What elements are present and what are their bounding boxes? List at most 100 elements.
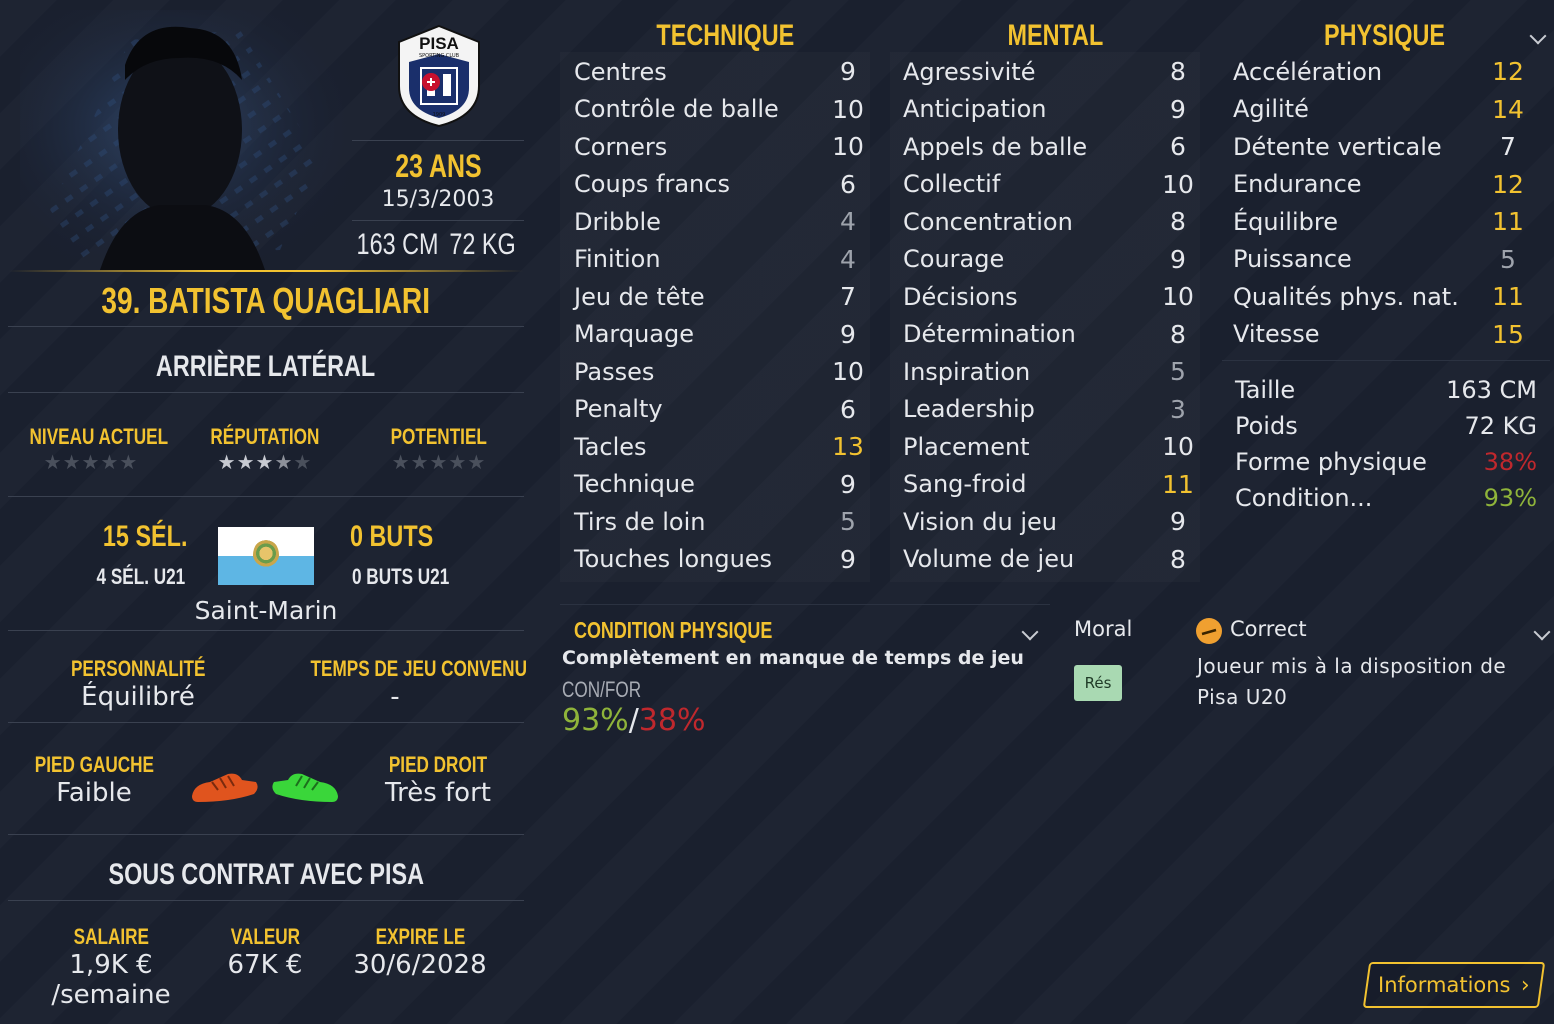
attribute-row[interactable]: Dribble 4 xyxy=(574,203,870,241)
condition-chevron-down-icon[interactable] xyxy=(1021,623,1039,641)
attribute-row[interactable]: Jeu de tête 7 xyxy=(574,278,870,316)
attribute-row[interactable]: Contrôle de balle 10 xyxy=(574,91,870,129)
goals-wrap: 0 BUTS xyxy=(350,520,510,554)
attribute-value: 9 xyxy=(840,469,856,499)
attribute-row[interactable]: Agilité 14 xyxy=(1233,91,1530,129)
attribute-row[interactable]: Tacles 13 xyxy=(574,428,870,466)
attribute-value: 9 xyxy=(840,544,856,574)
contract-title-wrap: SOUS CONTRAT AVEC PISA xyxy=(8,858,524,892)
reputation-stars: ★★★★★ xyxy=(184,450,346,474)
attribute-row[interactable]: Volume de jeu 8 xyxy=(903,541,1200,579)
attribute-name: Anticipation xyxy=(903,95,1047,124)
attribute-row[interactable]: Corners 10 xyxy=(574,128,870,166)
attribute-row[interactable]: Vision du jeu 9 xyxy=(903,503,1200,541)
star-icon: ★ xyxy=(274,450,294,474)
attribute-row[interactable]: Placement 10 xyxy=(903,428,1200,466)
fitness-value: 38% xyxy=(638,703,706,738)
morale-state: Correct xyxy=(1230,617,1307,641)
attribute-row[interactable]: Sang-froid 11 xyxy=(903,466,1200,504)
contract-expiry-label: EXPIRE LE xyxy=(375,924,465,949)
potential-ability-stars: ★★★★★ xyxy=(358,450,520,474)
attribute-row[interactable]: Détente verticale 7 xyxy=(1233,128,1530,166)
attribute-value: 10 xyxy=(832,94,864,124)
international-caps-u21: 4 SÉL. U21 xyxy=(96,564,186,589)
attribute-value: 11 xyxy=(1492,282,1524,312)
attribute-name: Collectif xyxy=(903,170,1001,199)
attribute-row[interactable]: Courage 9 xyxy=(903,241,1200,279)
attribute-row[interactable]: Passes 10 xyxy=(574,353,870,391)
reserve-badge[interactable]: Rés xyxy=(1074,665,1122,701)
attribute-name: Marquage xyxy=(574,320,695,349)
attribute-value: 9 xyxy=(840,57,856,87)
attribute-name: Vitesse xyxy=(1233,320,1320,349)
technique-header: TECHNIQUE xyxy=(560,18,890,53)
attribute-row[interactable]: Anticipation 9 xyxy=(903,91,1200,129)
club-badge-name: PISA xyxy=(419,34,459,53)
attribute-row[interactable]: Endurance 12 xyxy=(1233,166,1530,204)
mental-header: MENTAL xyxy=(890,18,1220,53)
attribute-row[interactable]: Centres 9 xyxy=(574,53,870,91)
morale-face-icon xyxy=(1196,618,1222,644)
attribute-value: 9 xyxy=(1170,507,1186,537)
physical-summary-label: Taille xyxy=(1235,376,1296,404)
attribute-row[interactable]: Tirs de loin 5 xyxy=(574,503,870,541)
potential-ability-label: POTENTIEL xyxy=(390,424,488,449)
attribute-row[interactable]: Accélération 12 xyxy=(1233,53,1530,91)
star-icon: ★ xyxy=(62,450,82,474)
nation-name[interactable]: Saint-Marin xyxy=(166,596,366,625)
attribute-value: 4 xyxy=(840,207,856,237)
star-icon: ★ xyxy=(217,450,237,474)
divider xyxy=(8,326,524,327)
nation-flag[interactable] xyxy=(218,527,314,585)
reputation: RÉPUTATION ★★★★★ xyxy=(184,424,346,474)
player-height: 163 CM xyxy=(356,228,439,261)
player-weight: 72 KG xyxy=(449,228,516,261)
goals-u21-wrap: 0 BUTS U21 xyxy=(352,564,512,590)
international-caps: 15 SÉL. xyxy=(102,520,188,553)
market-value-value: 67K € xyxy=(227,950,303,980)
market-value-label: VALEUR xyxy=(230,924,300,949)
physical-summary-label: Poids xyxy=(1235,412,1298,440)
physical-summary-label: Forme physique xyxy=(1235,448,1427,476)
informations-button[interactable]: Informations › xyxy=(1362,962,1546,1008)
club-badge[interactable]: PISA SPORTING CLUB 1909 xyxy=(397,24,481,128)
attribute-name: Technique xyxy=(574,470,695,499)
attribute-row[interactable]: Qualités phys. nat. 11 xyxy=(1233,278,1530,316)
attribute-row[interactable]: Appels de balle 6 xyxy=(903,128,1200,166)
attribute-row[interactable]: Penalty 6 xyxy=(574,391,870,429)
contract-title[interactable]: SOUS CONTRAT AVEC PISA xyxy=(108,858,423,892)
physical-summary-value: 38% xyxy=(1483,448,1537,476)
attribute-row[interactable]: Marquage 9 xyxy=(574,316,870,354)
star-icon: ★ xyxy=(391,450,411,474)
left-foot-value: Faible xyxy=(56,778,132,808)
divider xyxy=(8,900,524,901)
attribute-row[interactable]: Inspiration 5 xyxy=(903,353,1200,391)
star-icon: ★ xyxy=(236,450,256,474)
attribute-row[interactable]: Agressivité 8 xyxy=(903,53,1200,91)
attribute-row[interactable]: Technique 9 xyxy=(574,466,870,504)
attribute-name: Agressivité xyxy=(903,57,1036,86)
attribute-row[interactable]: Touches longues 9 xyxy=(574,541,870,579)
attribute-name: Équilibre xyxy=(1233,207,1338,236)
attribute-row[interactable]: Détermination 8 xyxy=(903,316,1200,354)
attribute-row[interactable]: Finition 4 xyxy=(574,241,870,279)
attribute-row[interactable]: Leadership 3 xyxy=(903,391,1200,429)
attribute-value: 9 xyxy=(840,319,856,349)
attribute-row[interactable]: Décisions 10 xyxy=(903,278,1200,316)
attribute-value: 11 xyxy=(1162,469,1194,499)
player-portrait xyxy=(20,10,350,270)
attribute-row[interactable]: Coups francs 6 xyxy=(574,166,870,204)
attribute-row[interactable]: Vitesse 15 xyxy=(1233,316,1530,354)
divider xyxy=(8,496,524,497)
attribute-row[interactable]: Puissance 5 xyxy=(1233,241,1530,279)
attribute-row[interactable]: Concentration 8 xyxy=(903,203,1200,241)
club-badge-year: 1909 xyxy=(432,112,446,118)
attribute-row[interactable]: Équilibre 11 xyxy=(1233,203,1530,241)
divider xyxy=(8,630,524,631)
condition-title-wrap: CONDITION PHYSIQUE xyxy=(574,617,828,644)
attribute-value: 10 xyxy=(832,357,864,387)
attribute-row[interactable]: Collectif 10 xyxy=(903,166,1200,204)
morale-chevron-down-icon[interactable] xyxy=(1533,623,1551,641)
attribute-name: Détente verticale xyxy=(1233,132,1442,161)
mental-attributes: Agressivité 8 Anticipation 9 Appels de balle… xyxy=(903,53,1200,578)
